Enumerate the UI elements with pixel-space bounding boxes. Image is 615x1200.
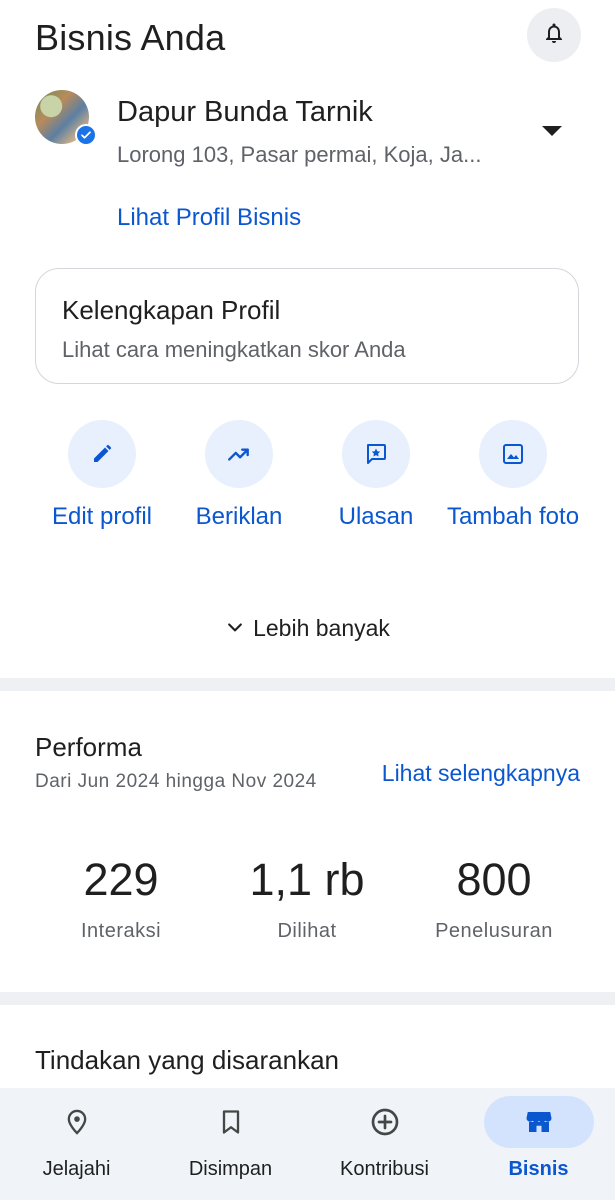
nav-business[interactable]: Bisnis <box>462 1088 615 1200</box>
image-icon <box>479 420 547 488</box>
stat-views: 1,1 rb Dilihat <box>212 854 402 943</box>
profile-completeness-card[interactable]: Kelengkapan Profil Lihat cara meningkatk… <box>35 268 579 384</box>
nav-explore[interactable]: Jelajahi <box>0 1088 153 1200</box>
location-pin-icon <box>22 1096 132 1148</box>
more-actions-toggle[interactable]: Lebih banyak <box>0 615 615 643</box>
add-circle-icon <box>330 1096 440 1148</box>
edit-profile-label: Edit profil <box>51 503 153 530</box>
bottom-navigation: Jelajahi Disimpan Kontribusi Bisnis <box>0 1088 615 1200</box>
nav-saved[interactable]: Disimpan <box>154 1088 307 1200</box>
stat-value: 1,1 rb <box>249 854 365 905</box>
nav-contribute[interactable]: Kontribusi <box>308 1088 461 1200</box>
chevron-down-icon <box>225 616 245 643</box>
stat-searches: 800 Penelusuran <box>399 854 589 943</box>
add-photo-button[interactable]: Tambah foto <box>443 420 583 532</box>
business-selector[interactable]: Dapur Bunda Tarnik Lorong 103, Pasar per… <box>0 86 615 176</box>
pencil-icon <box>68 420 136 488</box>
more-label: Lebih banyak <box>253 615 390 641</box>
dropdown-caret-icon[interactable] <box>542 126 562 136</box>
suggested-actions-title: Tindakan yang disarankan <box>35 1045 340 1075</box>
bell-icon <box>542 21 566 50</box>
view-more-performance-link[interactable]: Lihat selengkapnya <box>382 760 580 787</box>
app-header: Bisnis Anda <box>0 0 615 80</box>
performance-title: Performa <box>35 732 142 762</box>
storefront-icon <box>483 1096 594 1148</box>
add-photo-label: Tambah foto <box>446 503 580 530</box>
stat-label: Interaksi <box>80 920 162 942</box>
card-subtitle: Lihat cara meningkatkan skor Anda <box>62 337 406 362</box>
business-address: Lorong 103, Pasar permai, Koja, Ja... <box>117 142 482 167</box>
nav-label: Kontribusi <box>340 1158 429 1180</box>
advertise-button[interactable]: Beriklan <box>169 420 309 532</box>
notifications-button[interactable] <box>527 8 581 62</box>
section-divider <box>0 992 615 1005</box>
section-divider <box>0 678 615 691</box>
stat-label: Penelusuran <box>435 920 553 942</box>
stat-value: 800 <box>456 854 532 905</box>
nav-label: Jelajahi <box>42 1158 111 1180</box>
page-title: Bisnis Anda <box>35 17 226 58</box>
stat-interactions: 229 Interaksi <box>26 854 216 943</box>
bookmark-icon <box>176 1096 286 1148</box>
business-name: Dapur Bunda Tarnik <box>117 96 373 128</box>
reviews-button[interactable]: Ulasan <box>306 420 446 532</box>
verified-badge-icon <box>75 124 97 146</box>
performance-date-range: Dari Jun 2024 hingga Nov 2024 <box>35 771 317 792</box>
advertise-label: Beriklan <box>195 503 283 530</box>
nav-label: Bisnis <box>508 1158 569 1180</box>
edit-profile-button[interactable]: Edit profil <box>32 420 172 532</box>
nav-label: Disimpan <box>188 1158 273 1180</box>
stat-value: 229 <box>83 854 159 905</box>
card-title: Kelengkapan Profil <box>62 295 281 325</box>
stat-label: Dilihat <box>277 920 337 942</box>
view-business-profile-link[interactable]: Lihat Profil Bisnis <box>117 204 301 232</box>
trending-up-icon <box>205 420 273 488</box>
review-star-icon <box>342 420 410 488</box>
reviews-label: Ulasan <box>338 503 414 530</box>
